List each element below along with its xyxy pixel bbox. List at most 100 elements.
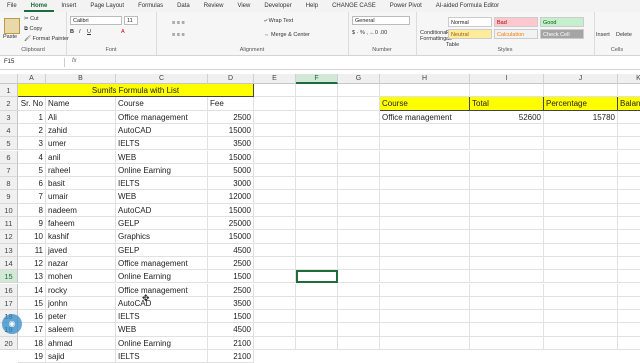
grid-cell[interactable] — [618, 244, 640, 257]
grid-cell[interactable] — [618, 284, 640, 297]
cell-course[interactable]: WEB — [116, 323, 208, 337]
grid-cell[interactable] — [296, 84, 338, 98]
grid-cell[interactable] — [470, 323, 544, 337]
name-box[interactable]: F15 — [2, 58, 65, 67]
grid-cell[interactable] — [338, 110, 380, 124]
tab-insert[interactable]: Insert — [54, 0, 83, 12]
tab-help[interactable]: Help — [299, 0, 325, 12]
grid-cell[interactable] — [380, 283, 470, 297]
wrap-text-button[interactable]: ⤶ Wrap Text — [264, 18, 293, 25]
cell-name[interactable]: mohen — [46, 270, 116, 284]
grid-cell[interactable] — [254, 283, 296, 297]
column-header-h[interactable]: H — [380, 74, 470, 84]
cell-fee[interactable]: 1500 — [208, 270, 254, 284]
grid-cell[interactable] — [470, 123, 544, 138]
row-header-1[interactable]: 1 — [0, 84, 18, 98]
grid-cell[interactable] — [544, 203, 618, 217]
grid-cell[interactable] — [338, 203, 380, 217]
tab-power-pivot[interactable]: Power Pivot — [383, 0, 429, 12]
grid-cell[interactable] — [470, 296, 544, 311]
grid-cell[interactable] — [380, 243, 470, 257]
grid-cell[interactable] — [544, 336, 618, 350]
format-painter-button[interactable]: 🖌 Format Painter — [24, 36, 69, 42]
row-header-11[interactable]: 11 — [0, 217, 18, 231]
grid-cell[interactable] — [544, 243, 618, 257]
grid-cell[interactable] — [470, 310, 544, 324]
grid-cell[interactable] — [380, 270, 470, 284]
grid-cell[interactable] — [254, 296, 296, 311]
cell-course[interactable]: Office management — [116, 110, 208, 124]
tab-data[interactable]: Data — [170, 0, 197, 12]
summary-course[interactable]: Office management — [380, 110, 470, 124]
grid-cell[interactable] — [470, 217, 544, 231]
cell-fee[interactable]: 12000 — [208, 190, 254, 204]
grid-cell[interactable] — [296, 150, 338, 164]
summary-total[interactable]: 52600 — [470, 110, 544, 124]
grid-cell[interactable] — [254, 323, 296, 337]
grid-cell[interactable] — [296, 137, 338, 151]
paste-icon[interactable] — [4, 18, 20, 34]
column-header-i[interactable]: I — [470, 74, 544, 84]
cell-course[interactable]: IELTS — [116, 310, 208, 324]
grid-cell[interactable] — [380, 203, 470, 217]
tab-home[interactable]: Home — [23, 0, 55, 12]
select-all-corner[interactable] — [0, 74, 18, 84]
cell-sr-no[interactable]: 12 — [18, 256, 46, 271]
grid-cell[interactable] — [254, 110, 296, 124]
cell-fee[interactable]: 4500 — [208, 243, 254, 257]
cell-name[interactable]: raheel — [46, 163, 116, 178]
cell-sr-no[interactable]: 3 — [18, 137, 46, 151]
grid-cell[interactable] — [338, 243, 380, 257]
column-header-k[interactable]: K — [618, 74, 640, 84]
cell-course[interactable]: GELP — [116, 217, 208, 231]
fx-icon[interactable]: fx — [72, 58, 77, 64]
grid-cell[interactable] — [380, 163, 470, 178]
grid-cell[interactable] — [470, 230, 544, 244]
cell-fee[interactable]: 15000 — [208, 230, 254, 244]
grid-cell[interactable] — [338, 270, 380, 284]
cell-fee[interactable]: 2100 — [208, 336, 254, 350]
cell-name[interactable]: basit — [46, 177, 116, 191]
cell-course[interactable]: IELTS — [116, 177, 208, 191]
grid-cell[interactable] — [296, 243, 338, 257]
row-header-8[interactable]: 8 — [0, 177, 18, 191]
cell-name[interactable]: rocky — [46, 283, 116, 297]
row-header-17[interactable]: 17 — [0, 296, 18, 311]
style-calculation[interactable]: Calculation — [494, 29, 538, 39]
cell-fee[interactable]: 3500 — [208, 137, 254, 151]
cell-name[interactable]: jonhn — [46, 296, 116, 311]
grid-cell[interactable] — [380, 150, 470, 164]
row-header-5[interactable]: 5 — [0, 137, 18, 151]
grid-cell[interactable] — [470, 177, 544, 191]
grid-cell[interactable] — [544, 270, 618, 284]
cell-name[interactable]: saleem — [46, 323, 116, 337]
grid-cell[interactable] — [254, 310, 296, 324]
grid-cell[interactable] — [544, 84, 618, 98]
cell-name[interactable]: peter — [46, 310, 116, 324]
cell-fee[interactable]: 2500 — [208, 110, 254, 124]
grid-cell[interactable] — [296, 336, 338, 350]
grid-cell[interactable] — [544, 217, 618, 231]
cell-fee[interactable]: 2500 — [208, 256, 254, 271]
cell-fee[interactable]: 2100 — [208, 350, 254, 363]
copy-button[interactable]: ⧉ Copy — [24, 26, 42, 33]
grid-cell[interactable] — [296, 110, 338, 124]
row-header-20[interactable]: 20 — [0, 336, 18, 350]
grid-cell[interactable] — [254, 150, 296, 164]
grid-cell[interactable] — [618, 177, 640, 191]
align-top-icon[interactable]: ≡ ≡ ≡ — [172, 20, 185, 26]
cell-fee[interactable]: 1500 — [208, 310, 254, 324]
cell-sr-no[interactable]: 17 — [18, 323, 46, 337]
grid-cell[interactable] — [544, 123, 618, 138]
grid-cell[interactable] — [618, 204, 640, 217]
grid-cell[interactable] — [618, 310, 640, 324]
grid-cell[interactable] — [254, 123, 296, 138]
grid-cell[interactable] — [338, 123, 380, 138]
grid-cell[interactable] — [470, 137, 544, 151]
row-header-2[interactable]: 2 — [0, 97, 18, 111]
grid-cell[interactable] — [470, 270, 544, 284]
grid-cell[interactable] — [470, 150, 544, 164]
tab-page-layout[interactable]: Page Layout — [83, 0, 131, 12]
insert-button[interactable]: Insert — [596, 32, 610, 38]
cell-course[interactable]: Online Earning — [116, 336, 208, 350]
